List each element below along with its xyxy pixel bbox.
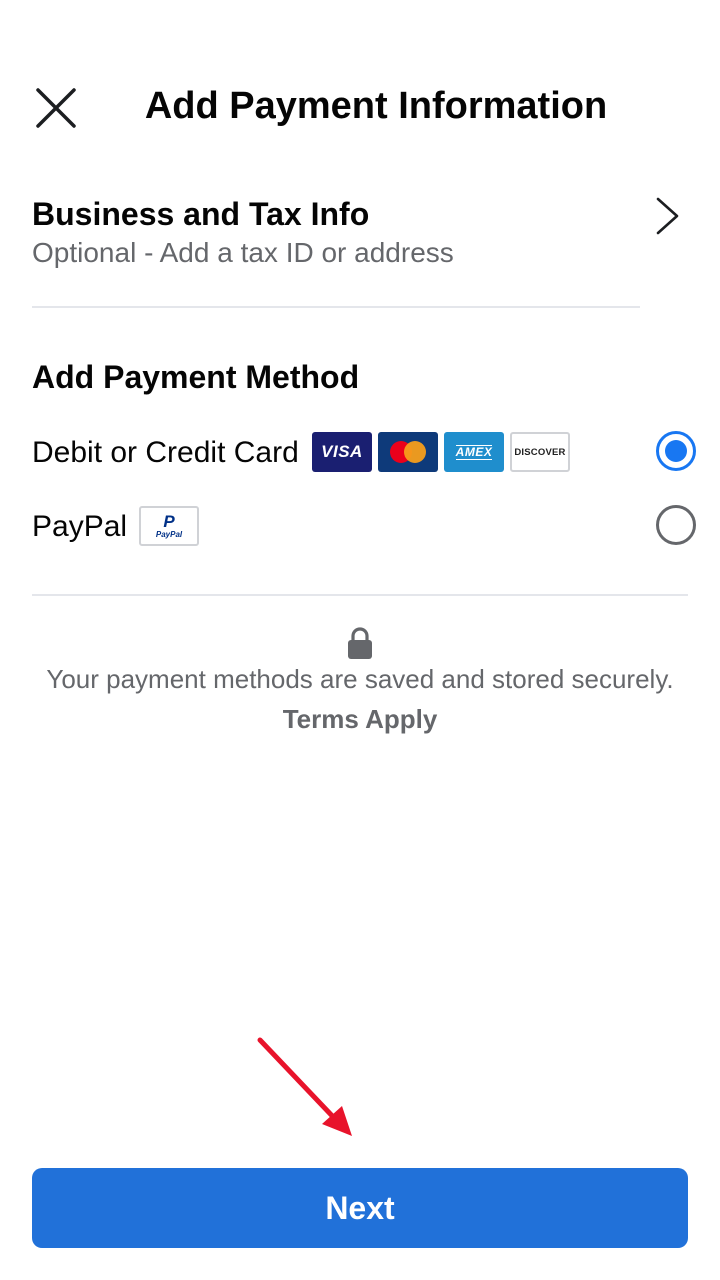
next-button[interactable]: Next [32, 1168, 688, 1248]
divider [32, 306, 640, 308]
payment-option-paypal[interactable]: PayPal P PayPal [32, 498, 698, 554]
lock-icon [348, 627, 372, 659]
terms-apply-link[interactable]: Terms Apply [283, 704, 438, 734]
divider [32, 594, 688, 596]
terms-apply-row: Terms Apply [0, 702, 720, 736]
page-title: Add Payment Information [144, 85, 608, 127]
secure-storage-message: Your payment methods are saved and store… [46, 664, 674, 694]
card-logos: VISA AMEX DISCOVER [312, 432, 570, 472]
payment-method-section-title: Add Payment Method [32, 359, 360, 395]
radio-paypal[interactable] [656, 505, 696, 545]
business-tax-info-title: Business and Tax Info [32, 196, 370, 232]
mastercard-logo [378, 432, 438, 472]
payment-option-paypal-label: PayPal [32, 510, 128, 543]
radio-card-selected[interactable] [656, 431, 696, 471]
discover-logo: DISCOVER [510, 432, 570, 472]
payment-option-card[interactable]: Debit or Credit Card VISA AMEX DISCOVER [32, 424, 698, 480]
business-tax-info-subtitle: Optional - Add a tax ID or address [32, 237, 454, 268]
payment-option-card-label: Debit or Credit Card [32, 436, 299, 469]
paypal-logo: P PayPal [139, 506, 199, 546]
amex-logo: AMEX [444, 432, 504, 472]
business-tax-info-row[interactable]: Business and Tax Info Optional - Add a t… [32, 190, 688, 280]
visa-logo: VISA [312, 432, 372, 472]
annotation-arrow-icon [257, 1037, 352, 1136]
chevron-right-icon [656, 197, 679, 235]
